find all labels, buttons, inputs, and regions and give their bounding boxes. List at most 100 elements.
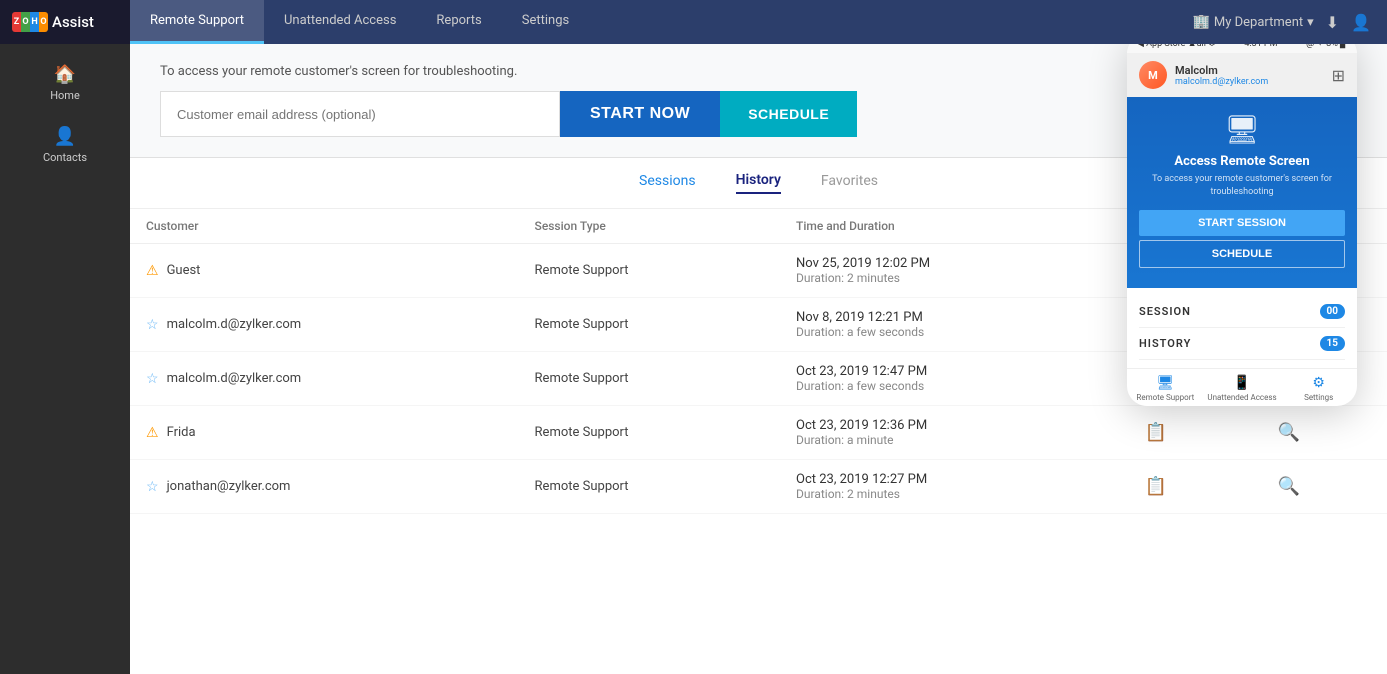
table-row: ⚠ Frida Remote Support Oct 23, 2019 12:3…: [130, 406, 1387, 460]
notes-cell: 📋: [1125, 460, 1258, 514]
schedule-button[interactable]: SCHEDULE: [720, 91, 857, 137]
home-icon: 🏠: [54, 64, 76, 85]
sidebar-item-contacts-label: Contacts: [43, 151, 87, 164]
notes-icon[interactable]: 📋: [1145, 476, 1167, 497]
topbar: Z O H O Assist: [0, 0, 130, 44]
phone-section-title: Access Remote Screen: [1139, 154, 1345, 169]
department-selector[interactable]: 🏢 My Department ▾: [1192, 14, 1313, 30]
unattended-access-icon: 📱: [1233, 375, 1250, 391]
time-cell: Nov 25, 2019 12:02 PM Duration: 2 minute…: [780, 244, 1125, 298]
customer-name: malcolm.d@zylker.com: [167, 317, 302, 332]
session-type-cell: Remote Support: [519, 298, 780, 352]
session-type-cell: Remote Support: [519, 244, 780, 298]
phone-footer-remote-label: Remote Support: [1136, 393, 1194, 402]
zoho-letter-h: H: [30, 12, 39, 32]
phone-footer: 🖥 Remote Support 📱 Unattended Access ⚙ S…: [1127, 368, 1357, 406]
user-profile-icon[interactable]: 👤: [1351, 13, 1371, 32]
customer-name: malcolm.d@zylker.com: [167, 371, 302, 386]
audit-icon[interactable]: 🔍: [1277, 476, 1299, 497]
nav-right: 🏢 My Department ▾ ⬇ 👤: [1192, 0, 1387, 44]
phone-footer-settings-label: Settings: [1304, 393, 1333, 402]
phone-start-session-button[interactable]: START SESSION: [1139, 210, 1345, 236]
audit-cell: 🔍: [1257, 406, 1387, 460]
tab-favorites[interactable]: Favorites: [821, 173, 878, 193]
col-time-duration: Time and Duration: [780, 209, 1125, 244]
phone-list-section: SESSION 00 HISTORY 15: [1127, 288, 1357, 368]
download-icon[interactable]: ⬇: [1326, 13, 1339, 32]
star-icon: ☆: [146, 479, 159, 495]
phone-history-label: HISTORY: [1139, 337, 1191, 350]
customer-name: Frida: [167, 425, 196, 440]
sidebar-item-home-label: Home: [50, 89, 80, 102]
phone-status-left: ◀ App Store ▲ull ≎: [1137, 44, 1216, 49]
tab-history[interactable]: History: [736, 172, 781, 194]
phone-session-count: 00: [1320, 304, 1345, 319]
warning-icon: ⚠: [146, 425, 159, 441]
session-type-cell: Remote Support: [519, 460, 780, 514]
email-input[interactable]: [160, 91, 560, 137]
zoho-letter-o1: O: [21, 12, 30, 32]
content-area: To access your remote customer's screen …: [130, 44, 1387, 674]
phone-grid-icon: ⊞: [1332, 66, 1345, 85]
session-type-cell: Remote Support: [519, 406, 780, 460]
notes-cell: 📋: [1125, 406, 1258, 460]
customer-cell: ☆ malcolm.d@zylker.com: [130, 352, 519, 406]
sidebar-item-home[interactable]: 🏠 Home: [0, 52, 130, 114]
tab-sessions[interactable]: Sessions: [639, 173, 696, 193]
customer-cell: ⚠ Guest: [130, 244, 519, 298]
nav-item-reports[interactable]: Reports: [416, 0, 501, 44]
session-type-cell: Remote Support: [519, 352, 780, 406]
phone-footer-remote[interactable]: 🖥 Remote Support: [1127, 375, 1204, 402]
zoho-letter-z: Z: [12, 12, 21, 32]
zoho-letter-o2: O: [39, 12, 48, 32]
notes-icon[interactable]: 📋: [1145, 422, 1167, 443]
star-icon: ☆: [146, 371, 159, 387]
customer-name: jonathan@zylker.com: [167, 479, 291, 494]
phone-screen-icon: 🖥: [1139, 113, 1345, 146]
table-row: ☆ jonathan@zylker.com Remote Support Oct…: [130, 460, 1387, 514]
nav-item-settings[interactable]: Settings: [502, 0, 589, 44]
phone-footer-unattended-label: Unattended Access: [1207, 393, 1276, 402]
phone-user-email: malcolm.d@zylker.com: [1175, 77, 1324, 87]
nav-item-unattended-access[interactable]: Unattended Access: [264, 0, 416, 44]
col-session-type: Session Type: [519, 209, 780, 244]
time-cell: Nov 8, 2019 12:21 PM Duration: a few sec…: [780, 298, 1125, 352]
customer-name: Guest: [167, 263, 201, 278]
sidebar-item-contacts[interactable]: 👤 Contacts: [0, 114, 130, 176]
phone-schedule-button[interactable]: SCHEDULE: [1139, 240, 1345, 268]
phone-session-label: SESSION: [1139, 305, 1191, 318]
sidebar: Z O H O Assist 🏠 Home 👤 Contacts: [0, 0, 130, 674]
col-customer: Customer: [130, 209, 519, 244]
top-nav: Remote Support Unattended Access Reports…: [130, 0, 1387, 44]
phone-history-item: HISTORY 15: [1139, 328, 1345, 360]
time-cell: Oct 23, 2019 12:36 PM Duration: a minute: [780, 406, 1125, 460]
time-cell: Oct 23, 2019 12:47 PM Duration: a few se…: [780, 352, 1125, 406]
phone-status-right: @ ✦ 8% ▊: [1306, 44, 1347, 49]
phone-session-item: SESSION 00: [1139, 296, 1345, 328]
sidebar-nav: 🏠 Home 👤 Contacts: [0, 44, 130, 176]
phone-user-info: Malcolm malcolm.d@zylker.com: [1175, 64, 1324, 87]
audit-icon[interactable]: 🔍: [1277, 422, 1299, 443]
phone-mockup: ◀ App Store ▲ull ≎ 4:31 PM @ ✦ 8% ▊ M Ma…: [1127, 44, 1357, 406]
phone-footer-unattended[interactable]: 📱 Unattended Access: [1204, 375, 1281, 402]
phone-history-count: 15: [1320, 336, 1345, 351]
settings-icon: ⚙: [1312, 375, 1325, 391]
start-now-button[interactable]: START NOW: [560, 91, 720, 137]
warning-icon: ⚠: [146, 263, 159, 279]
zoho-logo: Z O H O Assist: [12, 12, 94, 32]
customer-cell: ⚠ Frida: [130, 406, 519, 460]
phone-footer-settings[interactable]: ⚙ Settings: [1280, 375, 1357, 402]
phone-blue-section: 🖥 Access Remote Screen To access your re…: [1127, 97, 1357, 288]
assist-logo-text: Assist: [52, 13, 94, 31]
phone-user-name: Malcolm: [1175, 64, 1324, 77]
time-cell: Oct 23, 2019 12:27 PM Duration: 2 minute…: [780, 460, 1125, 514]
zoho-logo-box: Z O H O: [12, 12, 48, 32]
phone-section-sub: To access your remote customer's screen …: [1139, 173, 1345, 198]
phone-avatar: M: [1139, 61, 1167, 89]
nav-item-remote-support[interactable]: Remote Support: [130, 0, 264, 44]
star-icon: ☆: [146, 317, 159, 333]
phone-status-bar: ◀ App Store ▲ull ≎ 4:31 PM @ ✦ 8% ▊: [1127, 44, 1357, 53]
customer-cell: ☆ malcolm.d@zylker.com: [130, 298, 519, 352]
phone-status-time: 4:31 PM: [1244, 44, 1277, 49]
main-area: Remote Support Unattended Access Reports…: [130, 0, 1387, 674]
